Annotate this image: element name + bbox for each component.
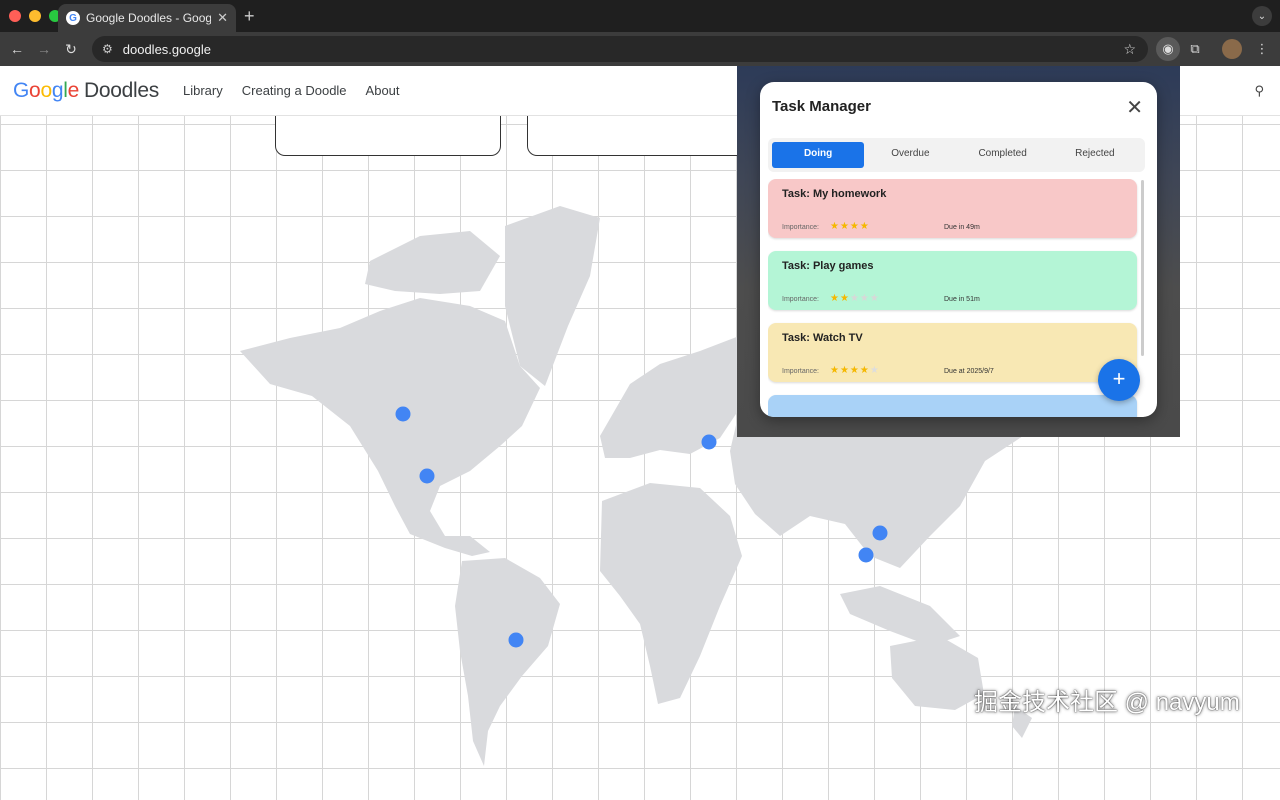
close-window-button[interactable] [9, 10, 21, 22]
map-marker[interactable] [508, 632, 524, 648]
tab-overdue[interactable]: Overdue [864, 142, 956, 168]
logo-letter: o [29, 79, 41, 102]
task-name: Task: My homework [782, 188, 887, 200]
logo-letter: e [67, 79, 80, 102]
map-marker[interactable] [872, 525, 888, 541]
watermark-text: 掘金技术社区 @ navyum [974, 689, 1240, 716]
importance-stars: ★★★★★ [830, 293, 880, 304]
task-manager-extension-icon[interactable]: ◉ [1156, 37, 1180, 61]
new-tab-button[interactable]: + [244, 6, 255, 27]
nav-about[interactable]: About [366, 83, 400, 98]
forward-icon[interactable]: → [35, 40, 53, 58]
window-controls [9, 10, 61, 22]
google-favicon-icon: G [66, 11, 80, 25]
star-icons-filled: ★★★★ [830, 365, 870, 376]
doodle-card[interactable] [275, 116, 501, 156]
close-icon[interactable]: ✕ [1126, 95, 1143, 120]
task-list: Task: My homework Importance: ★★★★ Due i… [768, 179, 1139, 417]
tab-search-icon[interactable]: ⌄ [1252, 6, 1272, 26]
google-doodles-logo[interactable]: Google Doodles [13, 79, 159, 103]
task-card-partial[interactable] [768, 395, 1137, 417]
task-card-play-games[interactable]: Task: Play games Importance: ★★★★★ Due i… [768, 251, 1137, 310]
tab-title: Google Doodles - Google's S… [86, 11, 212, 25]
browser-menu-icon[interactable]: ⋮ [1250, 37, 1274, 61]
minimize-window-button[interactable] [29, 10, 41, 22]
site-nav: Library Creating a Doodle About [183, 83, 400, 98]
task-status-tabs: Doing Overdue Completed Rejected [768, 138, 1145, 172]
extensions-puzzle-icon[interactable]: ⧉ [1183, 37, 1207, 61]
due-text: Due in 51m [944, 296, 980, 303]
star-icons-filled: ★★★★ [830, 221, 870, 232]
importance-label: Importance: [782, 368, 819, 375]
logo-letter: G [13, 79, 30, 102]
logo-letter: g [51, 79, 64, 102]
address-bar[interactable]: ⚙ doodles.google ☆ [92, 36, 1148, 62]
star-icons-empty: ★★★ [849, 293, 880, 304]
browser-tab[interactable]: G Google Doodles - Google's S… ✕ [58, 4, 236, 32]
tab-completed[interactable]: Completed [957, 142, 1049, 168]
task-name: Task: Play games [782, 260, 874, 272]
task-card-watch-tv[interactable]: Task: Watch TV Importance: ★★★★★ Due at … [768, 323, 1137, 382]
task-manager-popup: Task Manager ✕ Doing Overdue Completed R… [760, 82, 1157, 417]
task-name: Task: Watch TV [782, 332, 863, 344]
importance-stars: ★★★★ [830, 221, 870, 232]
due-text: Due in 49m [944, 224, 980, 231]
browser-toolbar: ← → ↻ ⚙ doodles.google ☆ ◉ ⧉ ⋮ [0, 32, 1280, 66]
doodle-card[interactable] [527, 116, 753, 156]
bookmark-star-icon[interactable]: ☆ [1123, 41, 1136, 58]
tab-doing[interactable]: Doing [772, 142, 865, 168]
site-info-icon[interactable]: ⚙ [102, 42, 113, 56]
add-task-button[interactable]: + [1098, 359, 1140, 401]
close-tab-icon[interactable]: ✕ [217, 10, 228, 26]
profile-avatar[interactable] [1222, 39, 1242, 59]
task-card-homework[interactable]: Task: My homework Importance: ★★★★ Due i… [768, 179, 1137, 238]
due-text: Due at 2025/9/7 [944, 368, 994, 375]
nav-library[interactable]: Library [183, 83, 223, 98]
importance-label: Importance: [782, 224, 819, 231]
task-list-scrollbar[interactable] [1141, 180, 1144, 356]
map-marker[interactable] [701, 434, 717, 450]
url-text: doodles.google [122, 41, 211, 57]
nav-creating-a-doodle[interactable]: Creating a Doodle [242, 83, 347, 98]
map-marker[interactable] [419, 468, 435, 484]
map-marker[interactable] [858, 547, 874, 563]
popup-title: Task Manager [772, 98, 871, 115]
star-icons-filled: ★★ [830, 293, 850, 304]
browser-tab-bar: G Google Doodles - Google's S… ✕ + ⌄ [0, 0, 1280, 32]
importance-label: Importance: [782, 296, 819, 303]
importance-stars: ★★★★★ [830, 365, 880, 376]
back-icon[interactable]: ← [8, 40, 26, 58]
search-icon[interactable]: ⚲ [1254, 83, 1264, 99]
reload-icon[interactable]: ↻ [62, 40, 80, 58]
star-icons-empty: ★ [869, 365, 880, 376]
logo-doodles-text: Doodles [83, 79, 159, 102]
logo-letter: o [40, 79, 52, 102]
tab-rejected[interactable]: Rejected [1049, 142, 1141, 168]
map-marker[interactable] [395, 406, 411, 422]
